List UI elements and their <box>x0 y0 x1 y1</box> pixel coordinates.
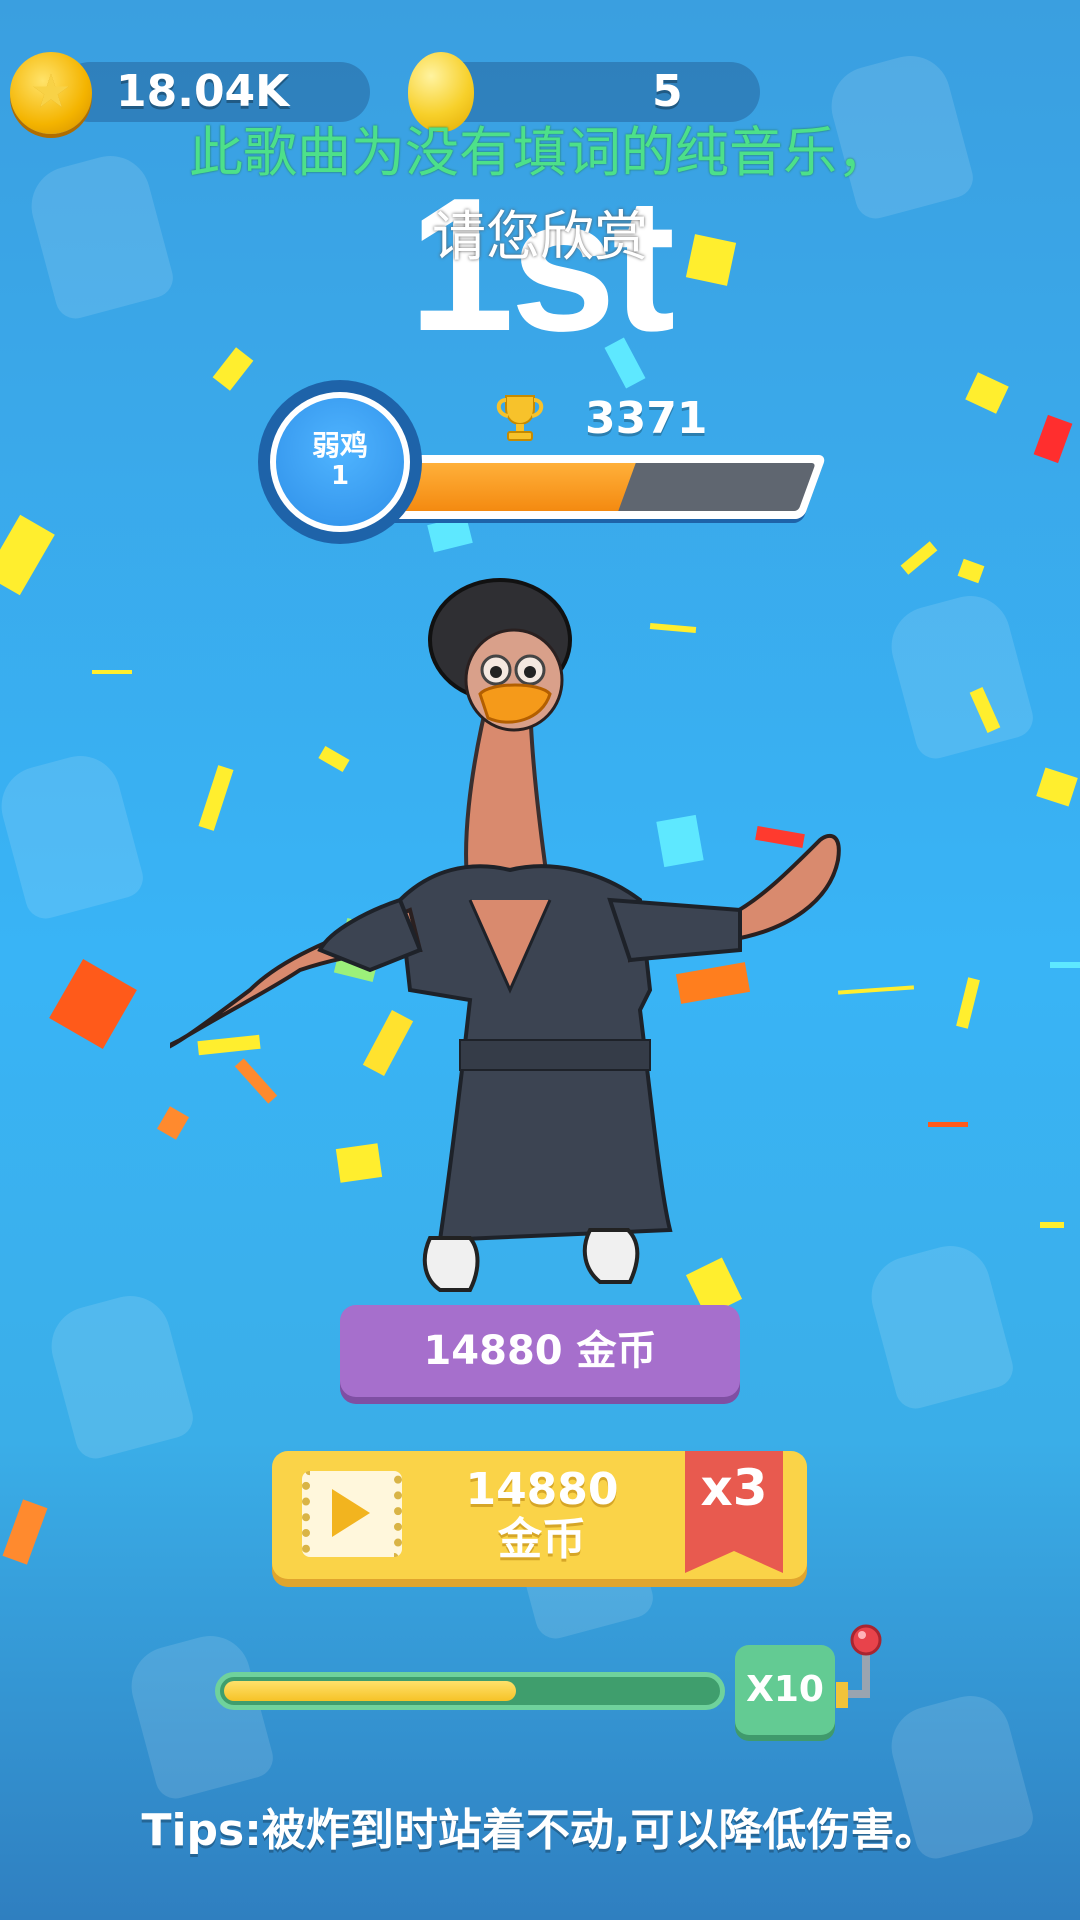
multiplier-ribbon-label: x3 <box>700 1459 768 1517</box>
score-value: 3371 <box>585 393 708 444</box>
level-number: 1 <box>330 461 350 491</box>
level-progress-bar <box>388 455 827 519</box>
lyric-line-1: 此歌曲为没有填词的纯音乐， <box>189 121 891 184</box>
level-badge: 弱鸡 1 <box>258 380 422 544</box>
video-reward-amount: 14880 <box>465 1464 619 1515</box>
watch-video-triple-coins-button[interactable]: 14880 金币 x3 <box>272 1451 807 1579</box>
lever-icon[interactable] <box>836 1620 886 1720</box>
video-reward-unit: 金币 <box>498 1514 586 1565</box>
multiplier-ribbon: x3 <box>685 1451 783 1573</box>
multiplier-progress-fill <box>224 1681 516 1701</box>
claim-coins-button[interactable]: 14880 金币 <box>340 1305 740 1397</box>
lyric-line-2: 请您欣赏 <box>432 205 648 268</box>
x10-multiplier-button[interactable]: X10 <box>735 1645 835 1735</box>
trophy-icon <box>496 395 544 441</box>
play-video-icon <box>302 1471 402 1557</box>
level-progress-fill <box>399 463 637 511</box>
character-avatar <box>170 578 841 1292</box>
tips-text: Tips:被炸到时站着不动,可以降低伤害。 <box>141 1805 939 1856</box>
multiplier-progress-bar <box>215 1672 725 1710</box>
level-name: 弱鸡 <box>311 429 368 462</box>
